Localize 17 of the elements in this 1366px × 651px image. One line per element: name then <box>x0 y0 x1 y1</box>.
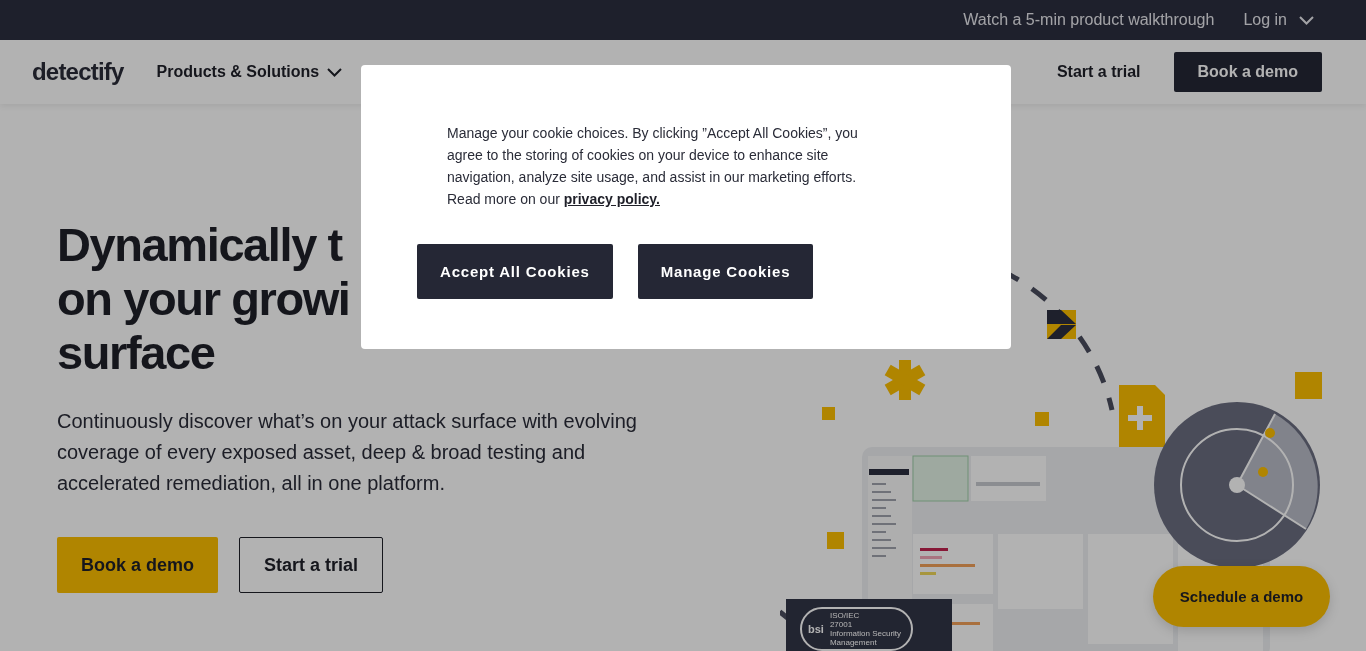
badge-org: bsi <box>808 623 824 635</box>
start-trial-link[interactable]: Start a trial <box>1056 63 1141 81</box>
book-demo-button[interactable]: Book a demo <box>57 537 219 593</box>
accept-cookies-button[interactable]: Accept All Cookies <box>417 244 613 299</box>
schedule-demo-button[interactable]: Schedule a demo <box>1153 566 1330 627</box>
privacy-policy-link[interactable]: privacy policy. <box>563 191 660 207</box>
top-link[interactable]: Log in <box>1243 11 1314 29</box>
cookie-text: Manage your cookie choices. By clicking ”Accept All Cookies”, you agree to the storing of cookies on your device to enhance site navigation, analyze site usage, and assist in our marketing efforts. Read more on our privacy policy. <box>447 124 859 209</box>
badge-text: ISO/IEC 27001 Information Security Management <box>829 611 902 647</box>
book-demo-button[interactable]: Book a demo <box>1173 52 1322 92</box>
hero-heading: Dynamically t on your growi surface <box>57 218 350 380</box>
logo[interactable]: detectify <box>32 58 124 86</box>
start-trial-button[interactable]: Start a trial <box>239 537 384 593</box>
top-link[interactable]: Watch a 5-min product walkthrough <box>963 11 1215 29</box>
nav-item[interactable]: Products & Solutions <box>156 63 343 81</box>
hero-description: Continuously discover what’s on your attack surface with evolving coverage of every exposed asset, deep & broad testing and accelerated remediation, all in one platform. <box>57 409 638 496</box>
manage-cookies-button[interactable]: Manage Cookies <box>637 244 814 299</box>
